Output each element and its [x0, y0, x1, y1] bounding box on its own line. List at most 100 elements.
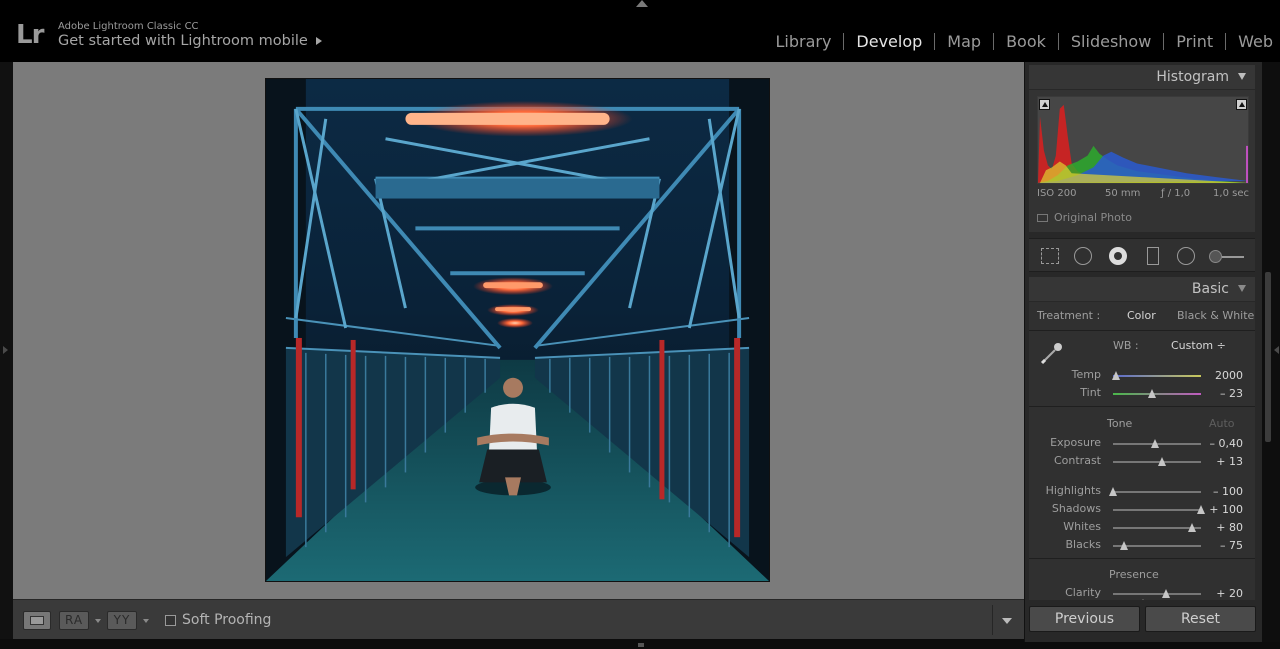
histogram-header[interactable]: Histogram: [1029, 65, 1255, 89]
before-after-left-right-button[interactable]: RA: [59, 611, 89, 630]
contrast-slider[interactable]: [1113, 457, 1201, 466]
tint-label: Tint: [1080, 386, 1101, 399]
right-scrollbar-thumb[interactable]: [1265, 272, 1271, 442]
histogram-graph[interactable]: [1037, 96, 1249, 184]
temp-slider-knob[interactable]: [1111, 371, 1120, 380]
loupe-view-button[interactable]: [23, 611, 51, 630]
photo-preview[interactable]: [265, 78, 770, 582]
module-picker: Library Develop Map Book Slideshow Print…: [763, 31, 1280, 51]
exposure-label: Exposure: [1050, 436, 1101, 449]
module-print[interactable]: Print: [1164, 32, 1225, 51]
exposure-slider[interactable]: [1113, 439, 1201, 448]
before-after-dropdown-icon[interactable]: [95, 619, 101, 623]
blacks-slider-knob[interactable]: [1119, 541, 1128, 550]
section-divider: [1029, 330, 1255, 331]
tint-slider[interactable]: [1113, 389, 1201, 398]
shadows-value[interactable]: + 100: [1203, 503, 1243, 516]
blacks-label: Blacks: [1065, 538, 1102, 551]
lightroom-logo: Lr: [16, 20, 44, 50]
develop-right-panel: Histogram ISO 200 50 mm ƒ / 1,0 1,0 sec …: [1024, 62, 1262, 642]
red-eye-correction-icon[interactable]: [1109, 247, 1127, 265]
swap-dropdown-icon[interactable]: [143, 619, 149, 623]
soft-proofing-label: Soft Proofing: [182, 612, 272, 628]
histogram-curves: [1038, 104, 1248, 183]
module-book[interactable]: Book: [994, 32, 1058, 51]
module-web[interactable]: Web: [1226, 32, 1280, 51]
clarity-slider-knob[interactable]: [1161, 589, 1170, 598]
histogram-title: Histogram: [1156, 69, 1229, 85]
highlights-label: Highlights: [1045, 484, 1101, 497]
basic-header[interactable]: Basic: [1029, 277, 1255, 301]
left-panel-collapsed[interactable]: [0, 62, 13, 642]
treatment-color-option[interactable]: Color: [1127, 309, 1156, 322]
highlights-slider-knob[interactable]: [1109, 487, 1117, 496]
clarity-value[interactable]: + 20: [1203, 587, 1243, 600]
image-canvas[interactable]: [13, 62, 1024, 599]
soft-proofing-checkbox[interactable]: [165, 615, 176, 626]
highlight-clipping-warning-icon[interactable]: [1236, 99, 1247, 110]
top-bar: Lr Adobe Lightroom Classic CC Get starte…: [0, 0, 1280, 62]
original-photo-checkbox[interactable]: [1037, 214, 1048, 222]
shadow-clipping-warning-icon[interactable]: [1039, 99, 1050, 110]
module-map[interactable]: Map: [935, 32, 993, 51]
whites-value[interactable]: + 80: [1203, 521, 1243, 534]
histogram-panel: ISO 200 50 mm ƒ / 1,0 1,0 sec Original P…: [1029, 90, 1255, 232]
left-panel-toggle-icon[interactable]: [3, 346, 8, 354]
mobile-link[interactable]: Get started with Lightroom mobile: [58, 33, 322, 49]
exposure-slider-knob[interactable]: [1151, 439, 1160, 448]
temp-slider[interactable]: [1111, 371, 1201, 380]
original-photo-label: Original Photo: [1054, 211, 1132, 224]
collapse-chevron-down-icon[interactable]: [1238, 285, 1246, 292]
treatment-bw-option[interactable]: Black & White: [1177, 309, 1254, 322]
contrast-label: Contrast: [1053, 454, 1101, 467]
tint-slider-knob[interactable]: [1147, 389, 1156, 398]
spot-removal-icon[interactable]: [1074, 247, 1092, 265]
tone-auto-button[interactable]: Auto: [1209, 417, 1235, 430]
exif-iso: ISO 200: [1037, 188, 1077, 199]
module-slideshow[interactable]: Slideshow: [1059, 32, 1163, 51]
highlights-value[interactable]: – 100: [1203, 485, 1243, 498]
graduated-filter-icon[interactable]: [1147, 247, 1159, 265]
contrast-slider-knob[interactable]: [1158, 457, 1167, 466]
right-panel-toggle-icon[interactable]: [1274, 346, 1279, 354]
tint-value[interactable]: – 23: [1203, 387, 1243, 400]
section-divider: [1029, 406, 1255, 407]
highlights-slider[interactable]: [1109, 487, 1201, 496]
wb-preset-select[interactable]: Custom ÷: [1171, 339, 1226, 352]
play-icon: [315, 37, 322, 45]
previous-button[interactable]: Previous: [1029, 606, 1140, 632]
collapse-chevron-down-icon[interactable]: [1238, 73, 1246, 80]
crop-overlay-icon[interactable]: [1041, 248, 1059, 264]
top-panel-toggle-icon[interactable]: [636, 0, 648, 7]
blacks-value[interactable]: – 75: [1203, 539, 1243, 552]
tone-label: Tone: [1107, 417, 1133, 430]
whites-slider-knob[interactable]: [1188, 523, 1197, 532]
toolbar-options-chevron-down-icon[interactable]: [1002, 618, 1012, 624]
exif-shutter-speed: 1,0 sec: [1213, 188, 1249, 199]
bottom-toolbar: RA YY Soft Proofing: [13, 599, 1024, 639]
presence-label: Presence: [1109, 568, 1159, 581]
radial-filter-icon[interactable]: [1177, 247, 1195, 265]
bottom-panel-toggle-icon[interactable]: [638, 643, 644, 647]
module-library[interactable]: Library: [763, 32, 843, 51]
exposure-value[interactable]: – 0,40: [1203, 437, 1244, 450]
contrast-value[interactable]: + 13: [1203, 455, 1243, 468]
basic-title: Basic: [1191, 281, 1229, 297]
clarity-label: Clarity: [1065, 586, 1101, 599]
reset-button[interactable]: Reset: [1145, 606, 1256, 632]
photo-image: [266, 79, 769, 581]
brush-line-icon: [1222, 256, 1244, 258]
adjustment-brush-icon[interactable]: [1209, 250, 1245, 264]
shadows-slider[interactable]: [1113, 505, 1205, 514]
temp-value[interactable]: 2000: [1203, 369, 1243, 382]
module-develop[interactable]: Develop: [844, 32, 934, 51]
white-balance-eyedropper-icon[interactable]: [1039, 340, 1065, 366]
shadows-label: Shadows: [1051, 502, 1101, 515]
loupe-icon: [30, 616, 44, 625]
clarity-slider[interactable]: [1113, 589, 1201, 598]
before-after-swap-button[interactable]: YY: [107, 611, 137, 630]
blacks-slider[interactable]: [1113, 541, 1201, 550]
treatment-label: Treatment :: [1037, 309, 1101, 322]
whites-slider[interactable]: [1113, 523, 1201, 532]
whites-label: Whites: [1063, 520, 1101, 533]
